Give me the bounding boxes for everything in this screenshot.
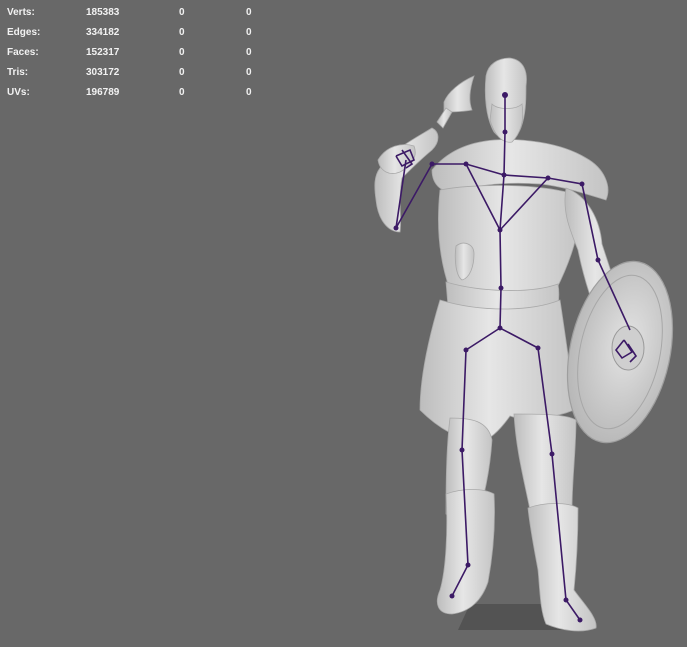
- beard: [489, 103, 524, 143]
- scene-canvas[interactable]: [0, 0, 687, 647]
- axe-handle: [436, 107, 453, 129]
- 3d-viewport[interactable]: Verts: 185383 0 0 Edges: 334182 0 0 Face…: [0, 0, 687, 647]
- axe-head: [443, 75, 475, 113]
- right-leg: [513, 413, 577, 514]
- right-arm: [374, 127, 439, 233]
- torso: [438, 185, 581, 298]
